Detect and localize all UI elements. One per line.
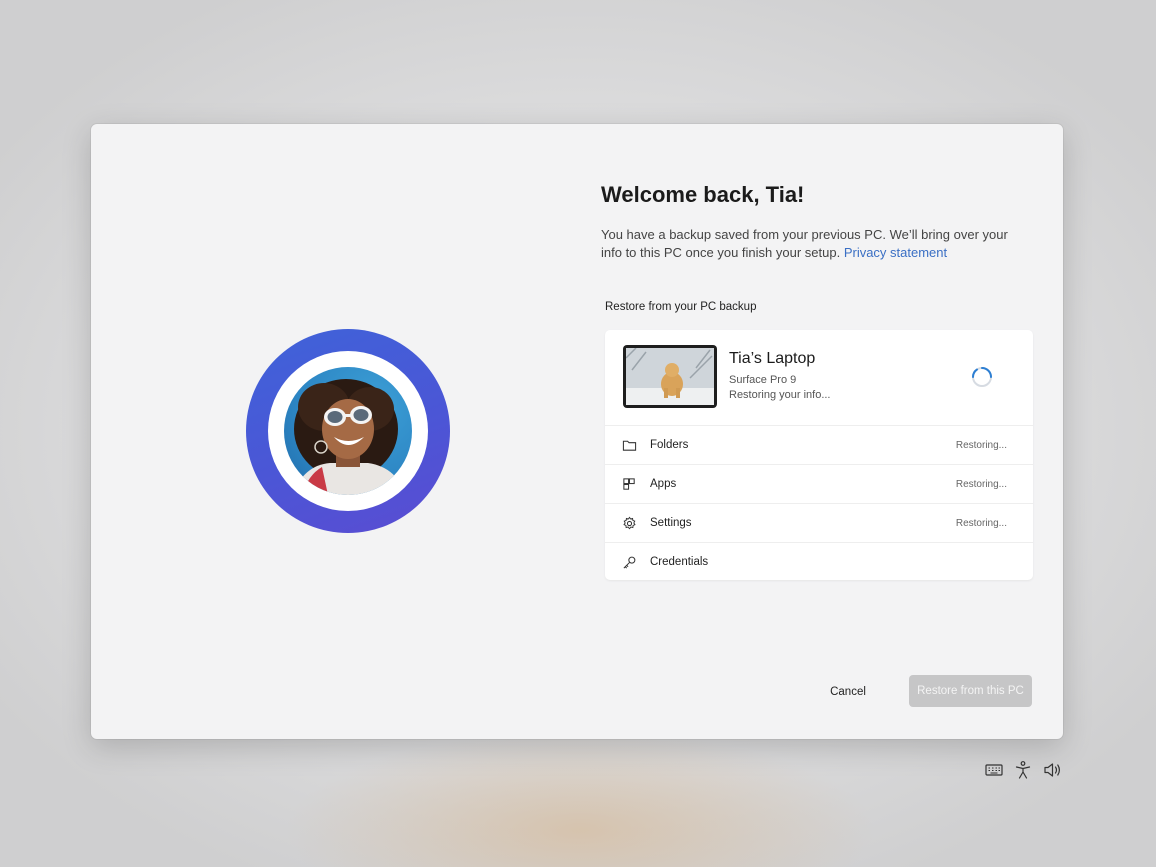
oobe-window: Welcome back, Tia! You have a backup sav… — [91, 124, 1063, 739]
key-icon — [623, 556, 636, 569]
item-status: Restoring... — [955, 479, 1007, 490]
restore-items-list: Folders Restoring... Apps Restoring... S… — [605, 425, 1033, 581]
device-model: Surface Pro 9 — [729, 374, 797, 386]
item-label: Credentials — [650, 556, 709, 568]
privacy-statement-link[interactable]: Privacy statement — [844, 245, 947, 260]
item-label: Apps — [650, 478, 677, 490]
list-item-credentials: Credentials — [605, 542, 1033, 581]
restore-button[interactable]: Restore from this PC — [909, 675, 1032, 707]
description: You have a backup saved from your previo… — [601, 226, 1021, 262]
list-item-apps: Apps Restoring... — [605, 464, 1033, 503]
section-label: Restore from your PC backup — [605, 301, 757, 313]
cancel-button[interactable]: Cancel — [809, 677, 887, 707]
loading-spinner-icon — [971, 367, 992, 387]
page-title: Welcome back, Tia! — [601, 182, 805, 207]
volume-icon[interactable] — [1043, 760, 1063, 780]
keyboard-icon[interactable] — [985, 760, 1003, 780]
backup-card: Tia’s Laptop Surface Pro 9 Restoring you… — [605, 330, 1033, 580]
person-illustration — [292, 379, 406, 495]
list-item-folders: Folders Restoring... — [605, 425, 1033, 464]
user-photo — [284, 367, 412, 495]
apps-icon — [623, 478, 635, 490]
user-avatar — [246, 329, 450, 533]
device-name: Tia’s Laptop — [729, 350, 816, 367]
accessibility-icon[interactable] — [1014, 760, 1032, 780]
list-item-settings: Settings Restoring... — [605, 503, 1033, 542]
device-status: Restoring your info... — [729, 389, 831, 401]
item-label: Settings — [650, 517, 692, 529]
device-thumbnail — [623, 345, 717, 408]
folder-icon — [622, 440, 637, 451]
item-label: Folders — [650, 439, 689, 451]
dog-wallpaper — [626, 348, 714, 405]
gear-icon — [623, 516, 636, 530]
item-status: Restoring... — [955, 518, 1007, 529]
backup-device: Tia’s Laptop Surface Pro 9 Restoring you… — [605, 330, 1033, 425]
item-status: Restoring... — [955, 440, 1007, 451]
